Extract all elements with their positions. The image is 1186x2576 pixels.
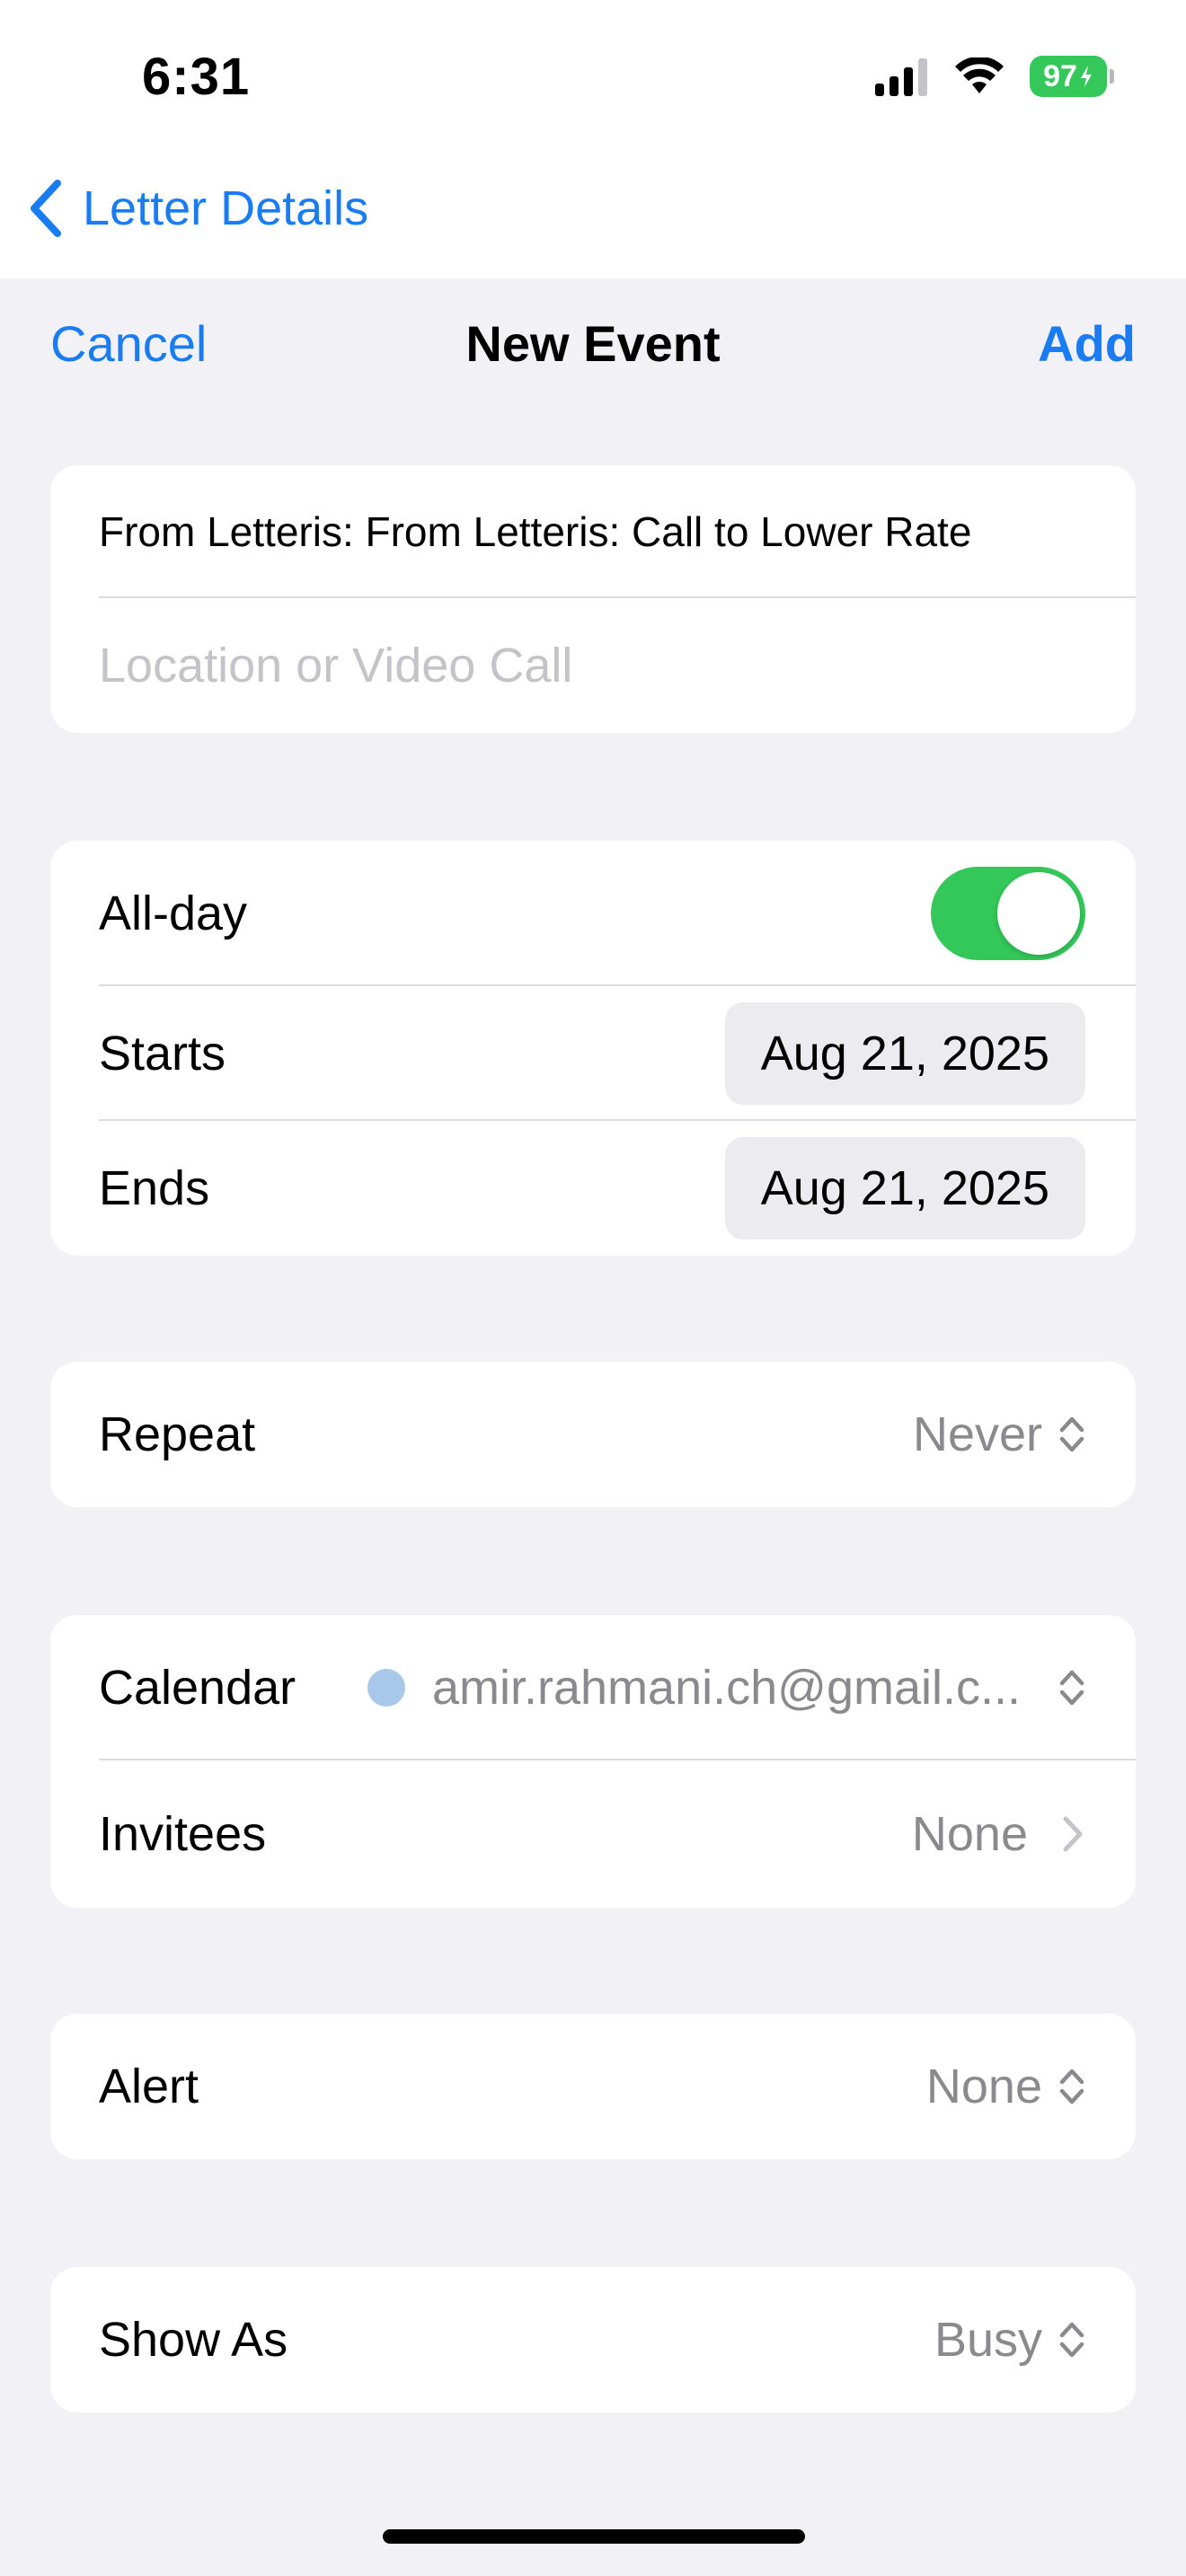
calendar-label: Calendar [99,1661,296,1715]
event-title-value: From Letteris: From Letteris: Call to Lo… [99,508,972,555]
alert-row[interactable]: Alert None [50,2014,1136,2159]
invitees-row[interactable]: Invitees None [50,1760,1136,1908]
allday-row: All-day [50,841,1136,986]
battery-icon: 97 [1030,56,1114,97]
invitees-label: Invitees [99,1807,267,1861]
chevron-up-down-icon [1059,1670,1084,1706]
alert-value: None [925,2060,1042,2113]
add-button[interactable]: Add [1038,314,1136,373]
event-title-field[interactable]: From Letteris: From Letteris: Call to Lo… [50,465,1136,598]
show-as-row[interactable]: Show As Busy [50,2267,1136,2413]
status-icons: 97 [875,56,1114,97]
invitees-value: None [911,1807,1028,1861]
calendar-row[interactable]: Calendar amir.rahmani.ch@gmail.c... [50,1615,1136,1760]
allday-toggle[interactable] [931,867,1085,960]
time-card: All-day Starts Aug 21, 2025 Ends Aug 21,… [50,841,1136,1256]
alert-card: Alert None [50,2014,1136,2159]
alert-label: Alert [99,2060,199,2113]
calendar-value: amir.rahmani.ch@gmail.c... [431,1661,1021,1715]
status-bar: 6:31 97 [0,0,1186,162]
chevron-left-icon [31,180,61,237]
show-as-value: Busy [934,2313,1042,2367]
title-location-card: From Letteris: From Letteris: Call to Lo… [50,465,1136,733]
chevron-up-down-icon [1059,2322,1084,2358]
repeat-value: Never [912,1407,1042,1461]
allday-label: All-day [99,887,248,940]
calendar-card: Calendar amir.rahmani.ch@gmail.c... Invi… [50,1615,1136,1908]
repeat-label: Repeat [99,1407,256,1461]
show-as-card: Show As Busy [50,2267,1136,2413]
back-button-label: Letter Details [83,181,369,235]
sheet-title: New Event [465,315,721,372]
wifi-icon [955,57,1004,93]
ends-row: Ends Aug 21, 2025 [50,1121,1136,1256]
repeat-card: Repeat Never [50,1362,1136,1507]
ends-date-button[interactable]: Aug 21, 2025 [724,1137,1085,1239]
back-button[interactable]: Letter Details [27,180,368,237]
location-placeholder: Location or Video Call [99,639,573,693]
home-indicator[interactable] [383,2529,805,2544]
starts-date-button[interactable]: Aug 21, 2025 [724,1002,1085,1105]
starts-row: Starts Aug 21, 2025 [50,986,1136,1121]
ends-label: Ends [99,1161,210,1215]
chevron-up-down-icon [1059,2069,1084,2104]
chevron-up-down-icon [1059,1416,1084,1452]
chevron-right-icon [1063,1816,1083,1852]
status-time: 6:31 [142,48,251,106]
starts-label: Starts [99,1027,226,1081]
calendar-color-dot [367,1669,405,1707]
battery-level: 97 [1043,58,1077,93]
repeat-row[interactable]: Repeat Never [50,1362,1136,1507]
show-as-label: Show As [99,2313,288,2367]
location-field[interactable]: Location or Video Call [50,598,1136,733]
cellular-signal-icon [875,58,927,96]
